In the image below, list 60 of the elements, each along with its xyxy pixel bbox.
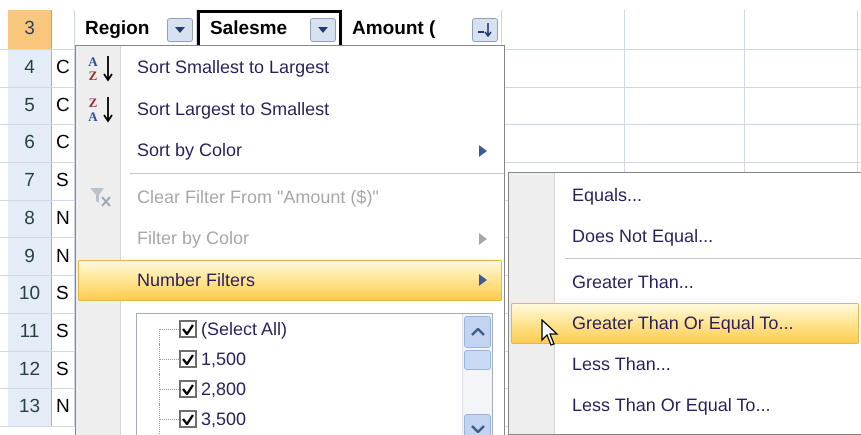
menu-item[interactable]: Greater Than Or Equal To... bbox=[511, 303, 859, 344]
checkbox-label: 2,800 bbox=[201, 378, 246, 400]
scroll-thumb[interactable] bbox=[464, 350, 491, 370]
row-number: 3 bbox=[8, 10, 52, 49]
menu-item[interactable]: Does Not Equal... bbox=[511, 216, 859, 257]
menu-item[interactable]: Z A Sort Largest to Smallest bbox=[78, 88, 502, 130]
table-cell-text: N bbox=[56, 244, 70, 269]
table-cell-text: C bbox=[56, 94, 70, 118]
check-icon bbox=[182, 324, 194, 334]
row-number: 7 bbox=[8, 163, 52, 200]
table-cell-text: S bbox=[56, 169, 69, 194]
caret-icon bbox=[175, 26, 185, 32]
checkbox-label: 3,500 bbox=[201, 408, 246, 430]
cursor-icon bbox=[541, 319, 559, 347]
table-cell-text: C bbox=[56, 131, 70, 156]
column-header: Amount ( bbox=[352, 17, 436, 42]
chevron-up-icon bbox=[470, 328, 484, 336]
checkbox[interactable] bbox=[179, 350, 197, 368]
caret-icon bbox=[318, 26, 328, 32]
row-number: 12 bbox=[8, 352, 52, 388]
table-cell-text: N bbox=[56, 395, 70, 420]
row-number: 8 bbox=[8, 200, 52, 238]
row-number: 6 bbox=[8, 125, 52, 162]
menu-item[interactable]: Less Than... bbox=[511, 344, 859, 385]
check-icon bbox=[182, 384, 194, 394]
filter-button[interactable] bbox=[167, 18, 193, 42]
column-header: Salesme bbox=[210, 17, 288, 42]
check-icon bbox=[182, 354, 194, 364]
table-cell-text: S bbox=[56, 358, 69, 382]
row-number: 10 bbox=[8, 276, 52, 313]
checkbox-label: (Select All) bbox=[201, 318, 288, 341]
checkbox[interactable] bbox=[179, 380, 197, 398]
table-cell-text: S bbox=[56, 320, 69, 344]
scroll-up-button[interactable] bbox=[464, 316, 491, 348]
menu-item[interactable]: A Z Sort Smallest to Largest bbox=[78, 47, 502, 88]
column-header: Region bbox=[85, 17, 150, 42]
row-number: 11 bbox=[8, 314, 52, 350]
menu-item[interactable]: Sort by Color bbox=[78, 130, 502, 172]
row-number: 9 bbox=[8, 238, 52, 276]
table-cell-text: N bbox=[56, 206, 70, 231]
sort-arrow-icon bbox=[478, 22, 492, 36]
table-cell-text: C bbox=[56, 56, 70, 80]
clear-filter-icon bbox=[89, 186, 113, 208]
table-cell-text: S bbox=[56, 282, 69, 306]
checkbox[interactable] bbox=[179, 320, 197, 338]
menu-item[interactable]: Number Filters bbox=[78, 260, 502, 301]
menu-item[interactable]: Equals... bbox=[511, 175, 859, 216]
filter-button[interactable] bbox=[310, 18, 336, 42]
row-number: 4 bbox=[8, 50, 52, 87]
filter-button[interactable] bbox=[472, 18, 498, 42]
menu-item[interactable]: Less Than Or Equal To... bbox=[511, 385, 859, 426]
row-number: 5 bbox=[8, 88, 52, 124]
menu-item[interactable]: Greater Than... bbox=[511, 262, 859, 303]
check-icon bbox=[182, 414, 194, 424]
row-number: 13 bbox=[8, 389, 52, 426]
scrollbar[interactable] bbox=[462, 314, 492, 435]
checkbox[interactable] bbox=[179, 410, 197, 428]
scroll-down-button[interactable] bbox=[464, 414, 491, 435]
chevron-down-icon bbox=[470, 425, 484, 433]
checkbox-label: 1,500 bbox=[201, 348, 246, 370]
